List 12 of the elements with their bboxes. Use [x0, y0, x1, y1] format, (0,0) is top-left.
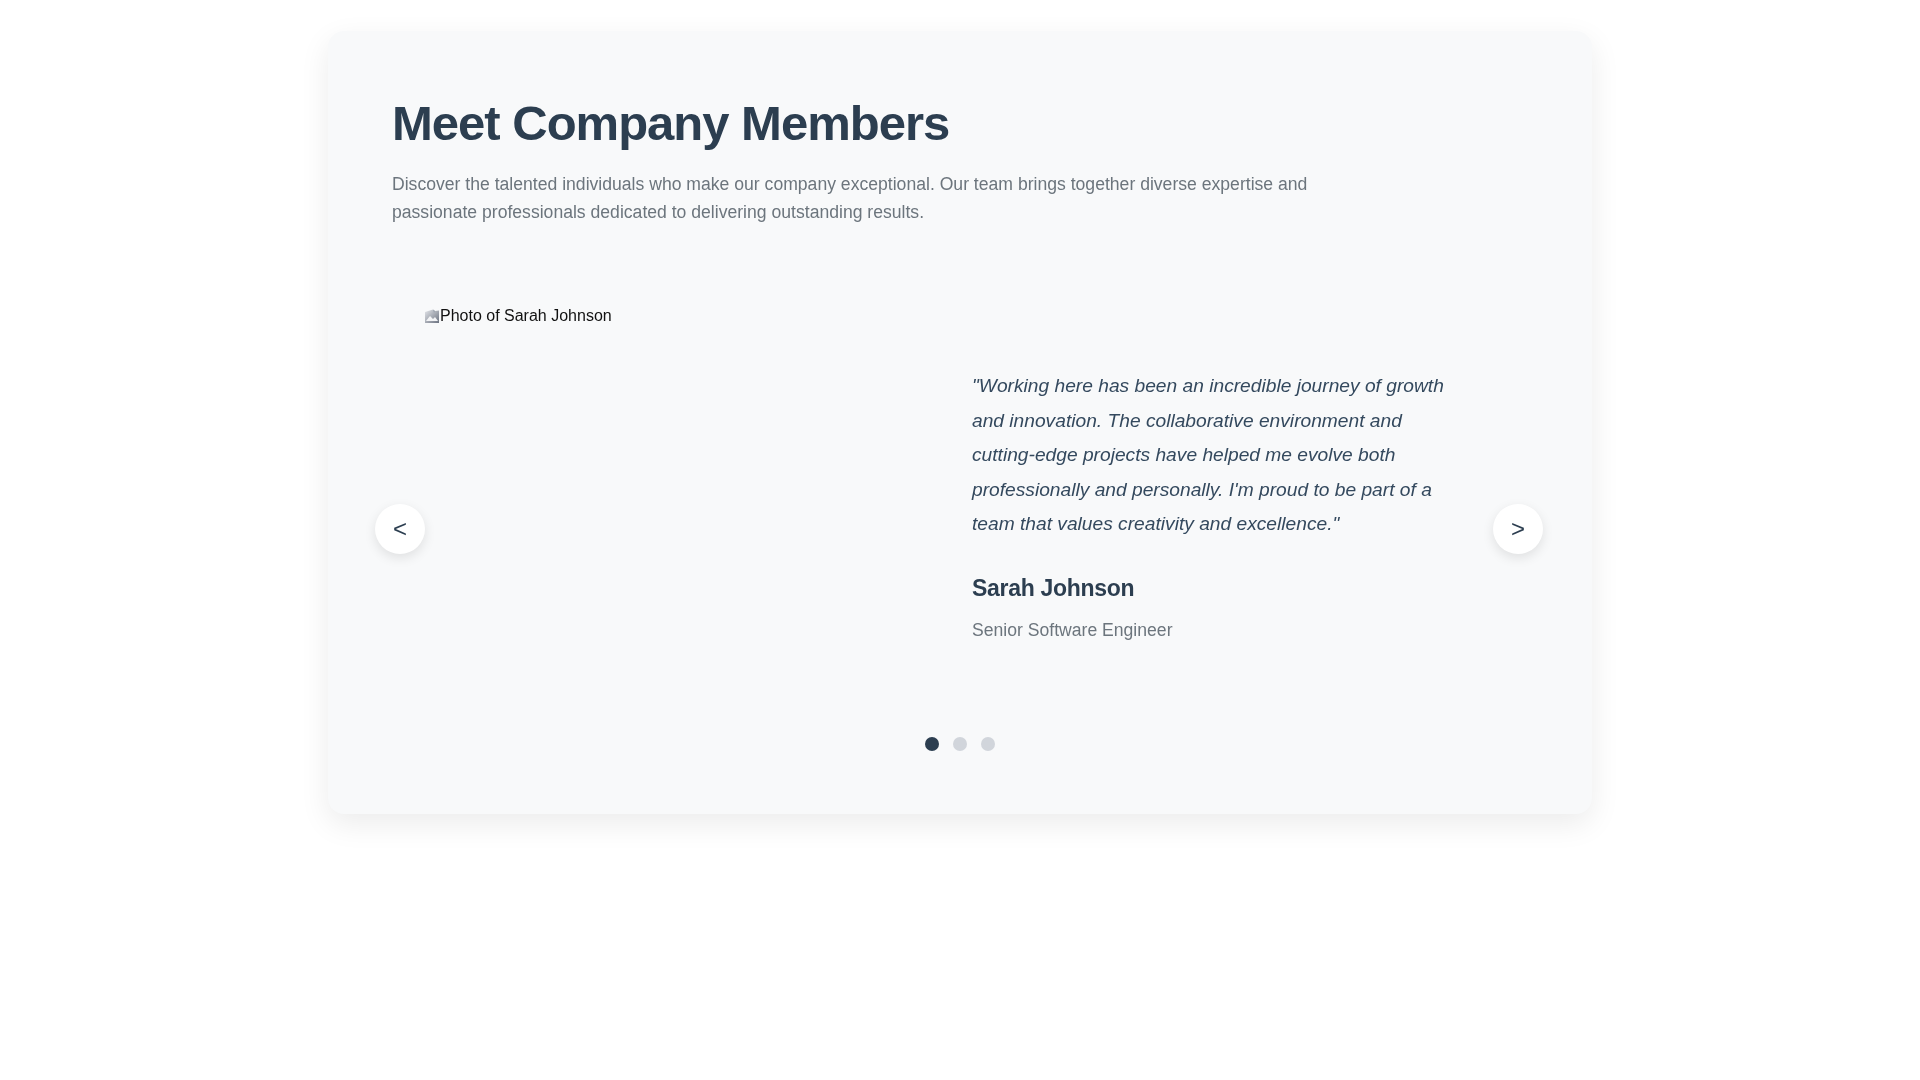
page-title: Meet Company Members: [392, 95, 950, 152]
next-button[interactable]: >: [1493, 503, 1543, 554]
previous-button[interactable]: <: [375, 503, 425, 554]
intro-paragraph: Discover the talented individuals who make our company exceptional. Our team brings together diverse expertise and passionate professionals dedicated to delivering outstanding results.: [392, 173, 1309, 225]
carousel-dot[interactable]: [981, 737, 995, 752]
carousel-dot[interactable]: [953, 737, 967, 752]
carousel-dot[interactable]: [925, 737, 939, 752]
member-role: Senior Software Engineer: [972, 618, 1173, 642]
testimonial-quote: "Working here has been an incredible journey of growth and innovation. The collaborative environment and cutting-edge projects have helped me evolve both professionally and personally. I'm proud to be part of a team that values creativity and excellence.": [972, 373, 1445, 537]
image-alt-text: Photo of Sarah Johnson: [440, 306, 612, 327]
broken-image-icon: [424, 308, 440, 325]
member-name: Sarah Johnson: [972, 573, 1135, 603]
